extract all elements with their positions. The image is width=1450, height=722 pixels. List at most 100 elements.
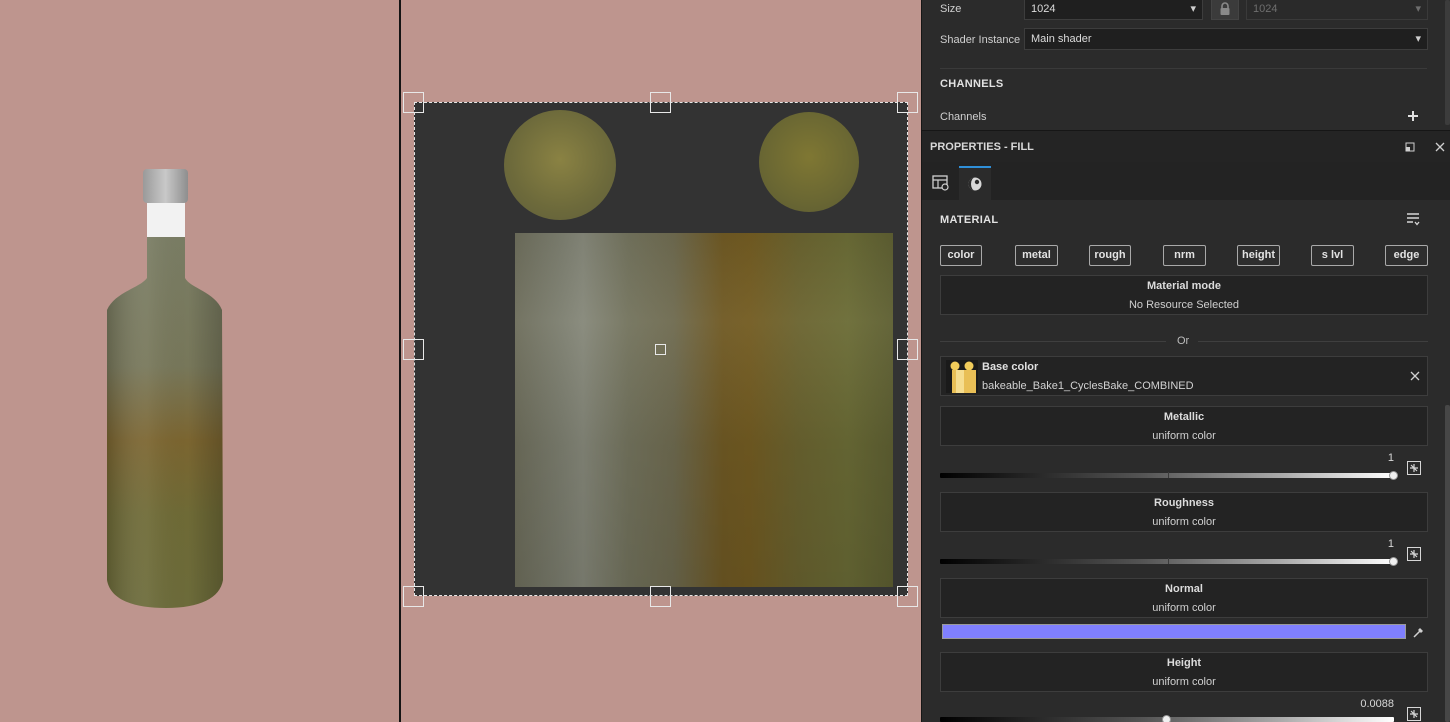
roughness-randomize-button[interactable] bbox=[1407, 547, 1421, 561]
or-label: Or bbox=[1177, 335, 1190, 347]
random-seed-icon bbox=[1407, 461, 1421, 475]
size-value: 1024 bbox=[1031, 3, 1056, 15]
size-locked-value: 1024 bbox=[1253, 3, 1278, 15]
normal-subtitle: uniform color bbox=[1152, 602, 1216, 614]
height-slot[interactable]: Height uniform color bbox=[940, 652, 1428, 692]
normal-color-swatch[interactable] bbox=[942, 624, 1406, 639]
transform-handle-left[interactable] bbox=[403, 339, 424, 360]
material-mode-value: No Resource Selected bbox=[1128, 299, 1240, 311]
chevron-down-icon: ▾ bbox=[1415, 3, 1421, 15]
transform-handle-top-left[interactable] bbox=[403, 92, 424, 113]
metallic-slot[interactable]: Metallic uniform color bbox=[940, 406, 1428, 446]
close-panel-button[interactable] bbox=[1433, 140, 1447, 154]
section-divider bbox=[940, 68, 1427, 69]
height-title: Height bbox=[1166, 657, 1202, 669]
right-panel: Size 1024 ▾ 1024 ▾ Shader Instance Main … bbox=[921, 0, 1450, 722]
or-divider-right bbox=[1198, 341, 1428, 342]
slider-midpoint bbox=[1168, 558, 1169, 564]
color-picker-button[interactable] bbox=[1411, 625, 1425, 639]
channel-toggle-nrm[interactable]: nrm bbox=[1163, 245, 1206, 266]
channel-toggle-color[interactable]: color bbox=[940, 245, 982, 266]
uv-island-cap-top bbox=[504, 110, 616, 220]
transform-handle-center[interactable] bbox=[655, 344, 666, 355]
base-color-slot[interactable]: Base color bakeable_Bake1_CyclesBake_COM… bbox=[940, 356, 1428, 396]
bottle-model bbox=[107, 169, 223, 608]
texture-set-settings-icon bbox=[932, 175, 949, 191]
material-mode-slot[interactable]: Material mode No Resource Selected bbox=[940, 275, 1428, 315]
texture-thumbnail bbox=[946, 360, 978, 393]
normal-slot[interactable]: Normal uniform color bbox=[940, 578, 1428, 618]
transform-handle-right[interactable] bbox=[897, 339, 918, 360]
shader-instance-label: Shader Instance bbox=[940, 34, 1021, 46]
eyedropper-icon bbox=[1412, 627, 1423, 638]
lock-icon bbox=[1220, 2, 1230, 15]
undock-button[interactable] bbox=[1403, 140, 1417, 154]
close-icon bbox=[1410, 371, 1420, 381]
channel-toggle-rough[interactable]: rough bbox=[1089, 245, 1131, 266]
metallic-slider[interactable] bbox=[940, 473, 1394, 478]
random-seed-icon bbox=[1407, 547, 1421, 561]
roughness-title: Roughness bbox=[1154, 497, 1214, 509]
properties-header: PROPERTIES - FILL bbox=[922, 130, 1450, 162]
properties-title: PROPERTIES - FILL bbox=[930, 141, 1034, 153]
transform-handle-bottom-left[interactable] bbox=[403, 586, 424, 607]
random-seed-icon bbox=[1407, 707, 1421, 721]
metallic-title: Metallic bbox=[1163, 411, 1205, 423]
channel-toggle-edge[interactable]: edge bbox=[1385, 245, 1428, 266]
remove-resource-button[interactable] bbox=[1408, 369, 1422, 383]
add-channel-button[interactable] bbox=[1406, 109, 1420, 123]
slider-midpoint bbox=[1168, 472, 1169, 478]
metallic-slider-handle[interactable] bbox=[1389, 471, 1398, 480]
uv-island-bottom bbox=[759, 112, 859, 212]
height-subtitle: uniform color bbox=[1152, 676, 1216, 688]
height-randomize-button[interactable] bbox=[1407, 707, 1421, 721]
transform-handle-top[interactable] bbox=[650, 92, 671, 113]
tab-texture-set-settings[interactable] bbox=[925, 166, 957, 200]
base-color-resource: bakeable_Bake1_CyclesBake_COMBINED bbox=[982, 380, 1194, 392]
metallic-randomize-button[interactable] bbox=[1407, 461, 1421, 475]
viewport-3d[interactable] bbox=[0, 0, 400, 722]
texture-set-scrollbar[interactable] bbox=[1445, 0, 1450, 125]
undock-icon bbox=[1405, 142, 1415, 152]
uv-island-body bbox=[515, 233, 893, 587]
shader-instance-value: Main shader bbox=[1031, 33, 1092, 45]
roughness-slider-handle[interactable] bbox=[1389, 557, 1398, 566]
channels-label: Channels bbox=[940, 111, 987, 123]
channel-toggle-height[interactable]: height bbox=[1237, 245, 1280, 266]
roughness-slot[interactable]: Roughness uniform color bbox=[940, 492, 1428, 532]
material-mode-title: Material mode bbox=[1147, 280, 1221, 292]
channel-toggle-s-lvl[interactable]: s lvl bbox=[1311, 245, 1354, 266]
chevron-down-icon: ▾ bbox=[1415, 33, 1421, 45]
size-height-dropdown: 1024 ▾ bbox=[1246, 0, 1428, 20]
chevron-down-icon: ▾ bbox=[1190, 3, 1196, 15]
material-title: MATERIAL bbox=[940, 214, 999, 226]
properties-scrollbar[interactable] bbox=[1445, 405, 1450, 722]
transform-handle-top-right[interactable] bbox=[897, 92, 918, 113]
roughness-value[interactable]: 1 bbox=[1334, 538, 1394, 550]
properties-tabbar bbox=[922, 162, 1450, 200]
lock-size-button[interactable] bbox=[1211, 0, 1239, 20]
channel-toggle-metal[interactable]: metal bbox=[1015, 245, 1058, 266]
metallic-subtitle: uniform color bbox=[1152, 430, 1216, 442]
list-settings-icon bbox=[1407, 213, 1420, 226]
material-icon bbox=[968, 177, 982, 191]
close-icon bbox=[1435, 142, 1445, 152]
material-menu-button[interactable] bbox=[1406, 212, 1420, 226]
transform-handle-bottom-right[interactable] bbox=[897, 586, 918, 607]
transform-handle-bottom[interactable] bbox=[650, 586, 671, 607]
tab-material[interactable] bbox=[959, 166, 991, 200]
base-color-title: Base color bbox=[982, 361, 1039, 373]
height-value[interactable]: 0.0088 bbox=[1334, 698, 1394, 710]
roughness-subtitle: uniform color bbox=[1152, 516, 1216, 528]
shader-instance-dropdown[interactable]: Main shader ▾ bbox=[1024, 28, 1428, 50]
viewport-2d[interactable] bbox=[401, 0, 921, 722]
normal-title: Normal bbox=[1165, 583, 1203, 595]
metallic-value[interactable]: 1 bbox=[1334, 452, 1394, 464]
height-slider-handle[interactable] bbox=[1162, 715, 1171, 722]
size-label: Size bbox=[940, 3, 962, 15]
roughness-slider[interactable] bbox=[940, 559, 1394, 564]
size-dropdown[interactable]: 1024 ▾ bbox=[1024, 0, 1203, 20]
plus-icon bbox=[1408, 111, 1418, 121]
channels-title: CHANNELS bbox=[940, 78, 1004, 90]
or-divider-left bbox=[940, 341, 1166, 342]
